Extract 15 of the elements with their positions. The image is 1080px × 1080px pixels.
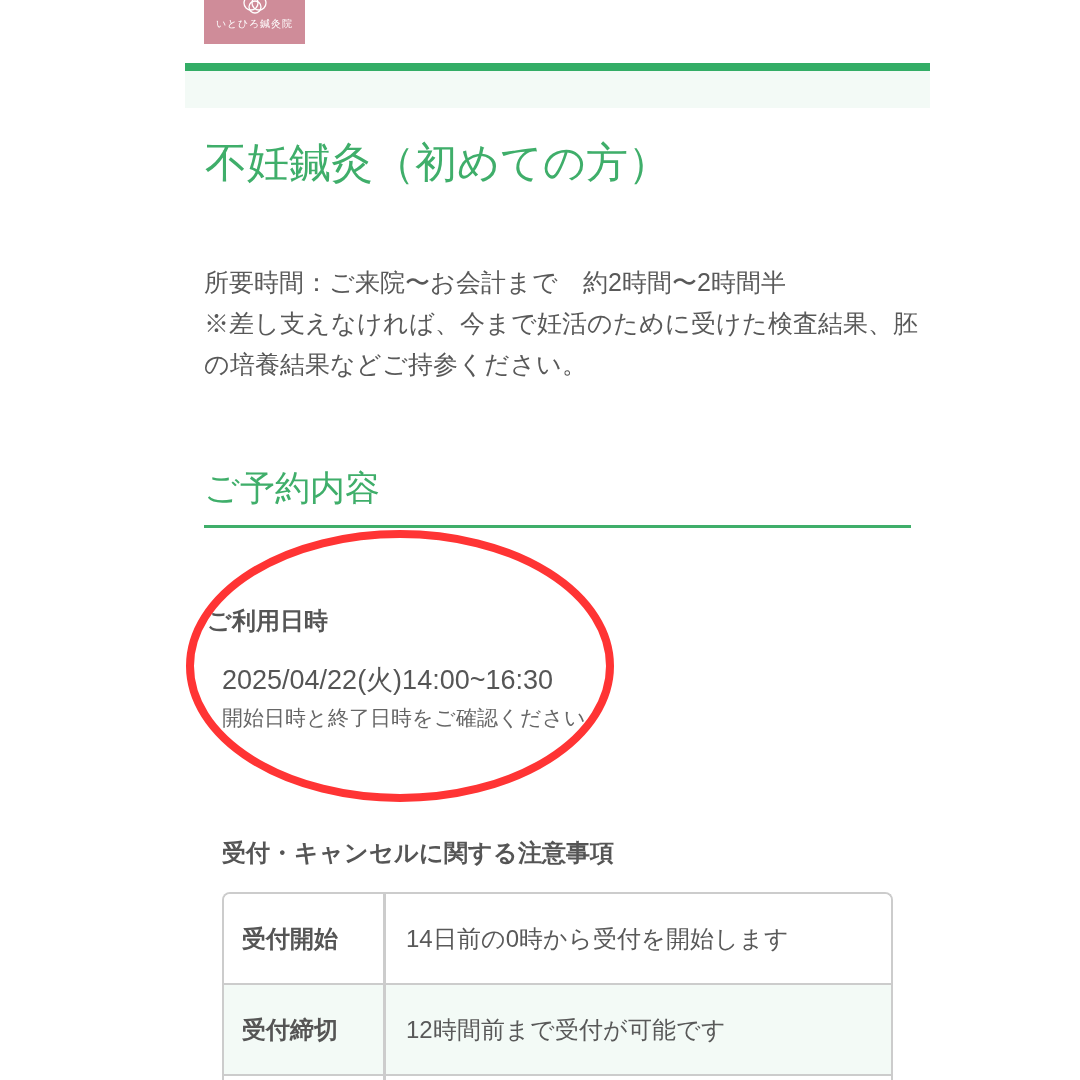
table-row-value: 14日前の0時から受付を開始します [406,923,790,954]
description-text: 所要時間：ご来院〜お会計まで 約2時間〜2時間半 [204,267,787,298]
description-text: ※差し支えなければ、今まで妊活のために受けた検査結果、胚の培養結果などご持参ください。 [204,308,919,380]
knot-emblem-icon [241,0,268,14]
table-row-label: 受付締切 [242,1014,338,1045]
table-row-label: 受付開始 [242,923,338,954]
table-row-value: 12時間前まで受付が可能です [406,1014,726,1045]
clinic-logo-text: いとひろ鍼灸院 [216,18,293,30]
clinic-logo[interactable]: いとひろ鍼灸院 [204,0,305,44]
section-heading: ご予約内容 [204,467,911,528]
datetime-label: ご利用日時 [207,606,329,636]
notice-heading: 受付・キャンセルに関する注意事項 [222,838,615,868]
datetime-note: 開始日時と終了日時をご確認ください [222,705,587,731]
datetime-value: 2025/04/22(火)14:00~16:30 [222,664,554,697]
page-title: 不妊鍼灸（初めての方） [204,138,671,187]
